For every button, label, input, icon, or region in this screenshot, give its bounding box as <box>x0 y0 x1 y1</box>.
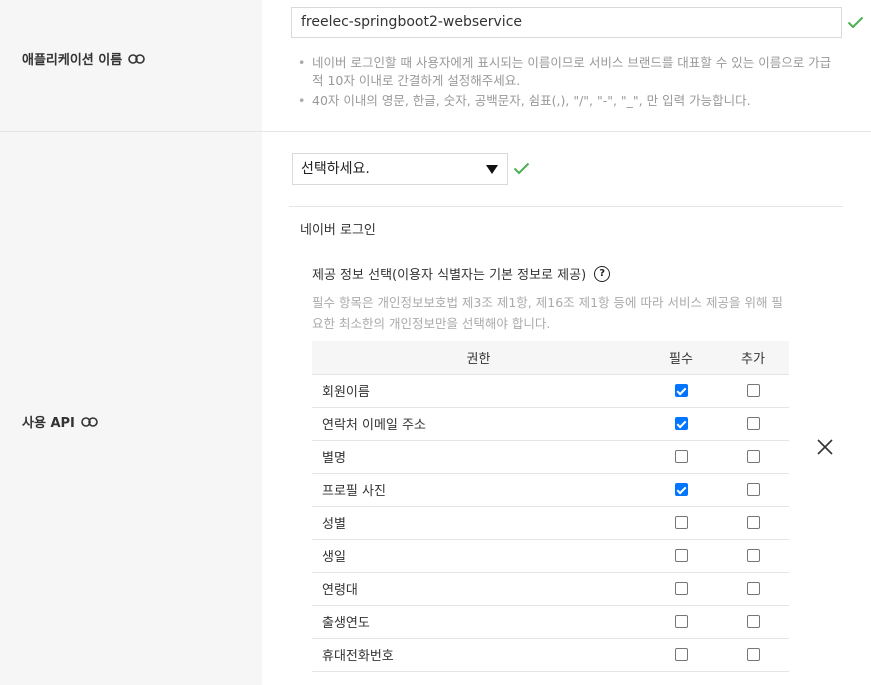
optional-checkbox[interactable] <box>746 450 760 463</box>
required-checkbox-cell <box>645 473 717 507</box>
naver-login-title: 네이버 로그인 <box>300 223 376 238</box>
optional-checkbox[interactable] <box>746 516 760 529</box>
permission-name: 연령대 <box>312 572 645 606</box>
required-checkbox-cell <box>645 539 717 573</box>
column-header-permission: 권한 <box>312 341 645 375</box>
permission-note: 필수 항목은 개인정보보호법 제3조 제1항, 제16조 제1항 등에 따라 서… <box>312 295 783 331</box>
link-icon[interactable] <box>128 53 146 64</box>
required-checkbox[interactable] <box>674 417 688 430</box>
optional-checkbox-cell <box>717 473 789 507</box>
permission-name: 생일 <box>312 539 645 573</box>
required-checkbox[interactable] <box>674 384 688 397</box>
optional-checkbox-cell <box>717 539 789 573</box>
optional-checkbox-cell <box>717 506 789 540</box>
permission-title-text: 제공 정보 선택(이용자 식별자는 기본 정보로 제공) <box>312 268 587 283</box>
app-name-label-text: 애플리케이션 이름 <box>22 53 123 68</box>
optional-checkbox-cell <box>717 638 789 672</box>
required-checkbox-cell <box>645 572 717 606</box>
api-label: 사용 API <box>22 412 98 431</box>
optional-checkbox-cell <box>717 440 789 474</box>
required-checkbox[interactable] <box>674 582 688 595</box>
dropdown-arrow-icon <box>486 165 498 174</box>
table-header-row: 권한 필수 추가 <box>312 341 789 375</box>
optional-checkbox[interactable] <box>746 648 760 661</box>
required-checkbox[interactable] <box>674 615 688 628</box>
check-icon <box>847 16 864 29</box>
table-row: 성별 <box>312 506 789 540</box>
api-select-value: 선택하세요. <box>301 161 370 177</box>
table-row: 연락처 이메일 주소 <box>312 407 789 441</box>
permission-name: 연락처 이메일 주소 <box>312 407 645 441</box>
permission-table: 권한 필수 추가 회원이름 연락처 이메일 주소 별명 프로필 사진 성별 생일 연령대 출생… <box>312 341 789 672</box>
permission-name: 회원이름 <box>312 374 645 408</box>
permission-name: 성별 <box>312 506 645 540</box>
link-icon[interactable] <box>81 416 98 427</box>
required-checkbox[interactable] <box>674 516 688 529</box>
app-name-input[interactable]: freelec-springboot2-webservice <box>291 7 842 38</box>
table-row: 연령대 <box>312 572 789 606</box>
api-label-text: 사용 API <box>22 416 75 431</box>
column-header-required: 필수 <box>645 341 717 375</box>
required-checkbox[interactable] <box>674 483 688 496</box>
optional-checkbox-cell <box>717 605 789 639</box>
optional-checkbox[interactable] <box>746 549 760 562</box>
required-checkbox[interactable] <box>674 549 688 562</box>
app-name-label: 애플리케이션 이름 <box>22 49 146 68</box>
permission-name: 휴대전화번호 <box>312 638 645 672</box>
optional-checkbox[interactable] <box>746 483 760 496</box>
api-select[interactable]: 선택하세요. <box>292 153 508 185</box>
required-checkbox-cell <box>645 605 717 639</box>
permission-title: 제공 정보 선택(이용자 식별자는 기본 정보로 제공) ? <box>312 264 611 283</box>
optional-checkbox-cell <box>717 572 789 606</box>
close-icon[interactable] <box>816 438 834 456</box>
label-column <box>0 0 262 685</box>
permission-name: 프로필 사진 <box>312 473 645 507</box>
table-row: 별명 <box>312 440 789 474</box>
table-row: 출생연도 <box>312 605 789 639</box>
required-checkbox-cell <box>645 440 717 474</box>
required-checkbox-cell <box>645 506 717 540</box>
section-divider <box>289 206 843 207</box>
optional-checkbox-cell <box>717 374 789 408</box>
optional-checkbox[interactable] <box>746 615 760 628</box>
required-checkbox-cell <box>645 638 717 672</box>
permission-name: 별명 <box>312 440 645 474</box>
help-item: 40자 이내의 영문, 한글, 숫자, 공백문자, 쉼표(,), "/", "-… <box>298 92 842 110</box>
optional-checkbox[interactable] <box>746 384 760 397</box>
check-icon <box>513 162 530 175</box>
table-row: 프로필 사진 <box>312 473 789 507</box>
required-checkbox-cell <box>645 407 717 441</box>
required-checkbox[interactable] <box>674 450 688 463</box>
required-checkbox[interactable] <box>674 648 688 661</box>
help-item: 네이버 로그인할 때 사용자에게 표시되는 이름이므로 서비스 브랜드를 대표할… <box>298 54 842 90</box>
row-divider <box>0 131 871 132</box>
optional-checkbox[interactable] <box>746 582 760 595</box>
table-row: 생일 <box>312 539 789 573</box>
optional-checkbox-cell <box>717 407 789 441</box>
column-header-optional: 추가 <box>717 341 789 375</box>
table-row: 회원이름 <box>312 374 789 408</box>
table-row: 휴대전화번호 <box>312 638 789 672</box>
help-icon[interactable]: ? <box>594 265 611 282</box>
app-name-help-list: 네이버 로그인할 때 사용자에게 표시되는 이름이므로 서비스 브랜드를 대표할… <box>298 54 842 112</box>
optional-checkbox[interactable] <box>746 417 760 430</box>
required-checkbox-cell <box>645 374 717 408</box>
permission-name: 출생연도 <box>312 605 645 639</box>
